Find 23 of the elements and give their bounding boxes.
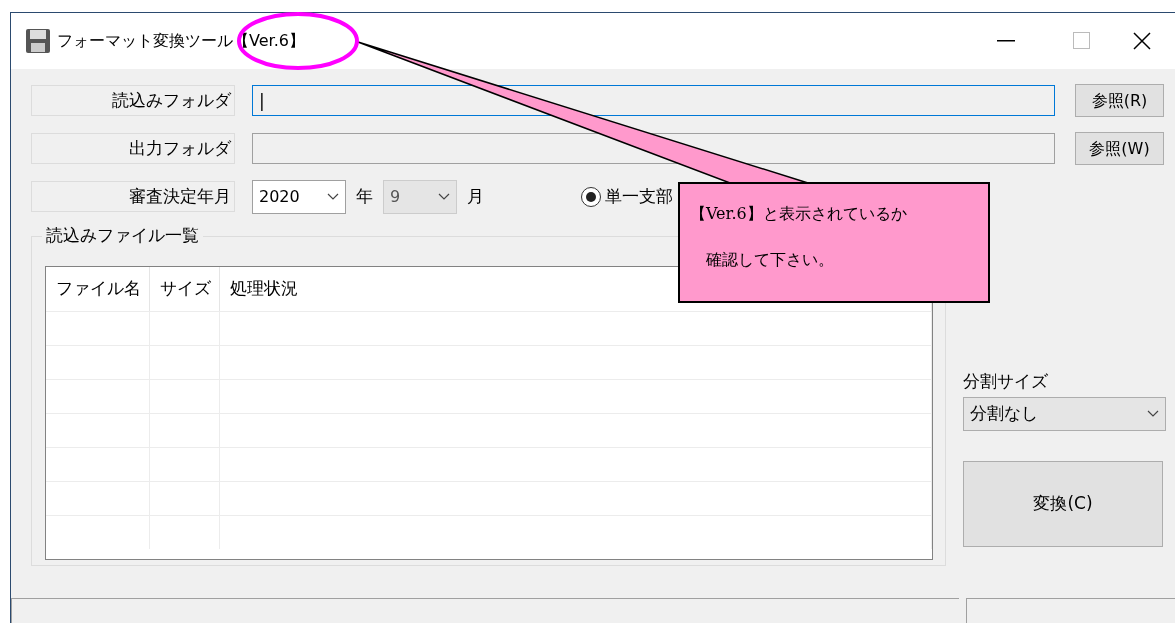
unit-label: 月	[467, 184, 484, 208]
maximize-icon	[1073, 32, 1091, 50]
radio-label: 単一支部	[605, 184, 673, 208]
field-label: 読込みフォルダ	[31, 85, 235, 116]
unit-label: 年	[356, 184, 373, 208]
field-label: 審査決定年月	[31, 181, 235, 212]
radio-button[interactable]	[581, 186, 601, 207]
split-size-dropdown[interactable]: 分割なし	[963, 396, 1166, 431]
window-title: フォーマット変換ツール【Ver.6】	[57, 30, 305, 52]
column-header[interactable]: ファイル名	[56, 276, 141, 302]
dropdown[interactable]: 2020	[252, 179, 346, 214]
folder-path-field[interactable]	[252, 133, 1055, 164]
convert-button[interactable]: 変換(C)	[963, 460, 1163, 547]
column-header[interactable]: 処理状況	[230, 276, 298, 302]
folder-path-field[interactable]: |	[252, 85, 1055, 116]
browse-button[interactable]: 参照(R)	[1075, 84, 1164, 117]
field-label: 出力フォルダ	[31, 133, 235, 164]
split-size-label: 分割サイズ	[963, 370, 1049, 393]
browse-button[interactable]: 参照(W)	[1075, 132, 1164, 165]
callout-text: 【Ver.6】と表示されているか	[690, 203, 908, 225]
column-header[interactable]: サイズ	[160, 276, 211, 302]
minimize-icon	[997, 40, 1015, 42]
close-icon	[1133, 32, 1151, 50]
